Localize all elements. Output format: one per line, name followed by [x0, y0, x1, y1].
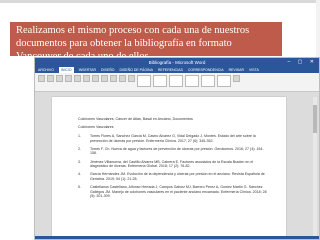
tab-revisar: REVISAR	[228, 68, 244, 72]
find-icon	[233, 75, 240, 82]
word-window-title: Bibliografía - Microsoft Word	[148, 60, 206, 65]
reference-item: 3. Jiménez Villanueva, del Castillo Alva…	[78, 160, 268, 169]
tab-inicio: INICIO	[58, 67, 74, 73]
tab-referencias: REFERENCIAS	[157, 68, 183, 72]
tab-diseno-pagina: DISEÑO DE PÁGINA	[119, 68, 153, 72]
paste-icon	[38, 75, 45, 82]
slide-top-stripe	[0, 0, 320, 3]
copy-icon	[56, 75, 63, 82]
style-no-spacing	[153, 75, 167, 87]
bullets-icon	[101, 75, 108, 82]
font-color-icon	[92, 75, 99, 82]
cut-icon	[47, 75, 54, 82]
word-title-bar: Bibliografía - Microsoft Word – ▢ ✕	[35, 58, 319, 67]
style-heading-1	[169, 75, 183, 87]
word-window-screenshot: Bibliografía - Microsoft Word – ▢ ✕ ARCH…	[34, 57, 320, 240]
document-header: Colchones Vasculares, Cáncer de Atlas, B…	[78, 117, 193, 121]
style-normal	[137, 75, 151, 87]
reference-text: García Hernández JM. Evolución de la dep…	[90, 172, 265, 181]
tab-correspondencia: CORRESPONDENCIA	[187, 68, 224, 72]
reference-item: 4. García Hernández JM. Evolución de la …	[78, 172, 268, 181]
document-page: Colchones Vasculares, Cáncer de Atlas, B…	[52, 97, 286, 239]
reference-number: 1.	[78, 134, 81, 139]
ribbon-toolbar	[35, 73, 319, 92]
reference-number: 5.	[78, 184, 81, 189]
reference-text: Torres F, Ch. Nueva de agua y factores d…	[90, 146, 264, 156]
align-center-icon	[128, 75, 135, 82]
style-subtitle	[217, 75, 231, 87]
italic-icon	[74, 75, 81, 82]
tab-diseno: DISEÑO	[101, 68, 115, 72]
reference-number: 2.	[78, 146, 81, 151]
reference-text: Torres Flores A, Sanchez Garcia M, Castr…	[90, 134, 256, 143]
reference-number: 4.	[78, 172, 81, 177]
slide-title: Realizamos el mismo proceso con cada una…	[10, 22, 282, 62]
document-subheader: Colchones Vasculares	[78, 124, 114, 129]
reference-text: Jiménez Villanueva, del Castillo Alvarez…	[90, 159, 254, 169]
reference-number: 3.	[78, 159, 81, 164]
status-bar	[35, 236, 319, 239]
vertical-scrollbar	[313, 97, 317, 239]
reference-item: 2. Torres F, Ch. Nueva de agua y factore…	[78, 147, 268, 156]
scrollbar-thumb	[313, 105, 317, 133]
tab-vista: VISTA	[248, 68, 259, 72]
reference-item: 5. Castellanos Castellano, Alfonso Herra…	[78, 185, 268, 199]
tab-insertar: INSERTAR	[78, 68, 97, 72]
style-heading-2	[185, 75, 199, 87]
reference-text: Castellanos Castellano, Alfonso Herrada …	[90, 184, 267, 199]
window-controls-icon: – ▢ ✕	[287, 59, 317, 65]
underline-icon	[83, 75, 90, 82]
bold-icon	[65, 75, 72, 82]
numbering-icon	[110, 75, 117, 82]
align-left-icon	[119, 75, 126, 82]
style-title	[201, 75, 215, 87]
tab-archivo: ARCHIVO	[38, 68, 54, 72]
reference-item: 1. Torres Flores A, Sanchez Garcia M, Ca…	[78, 134, 268, 143]
